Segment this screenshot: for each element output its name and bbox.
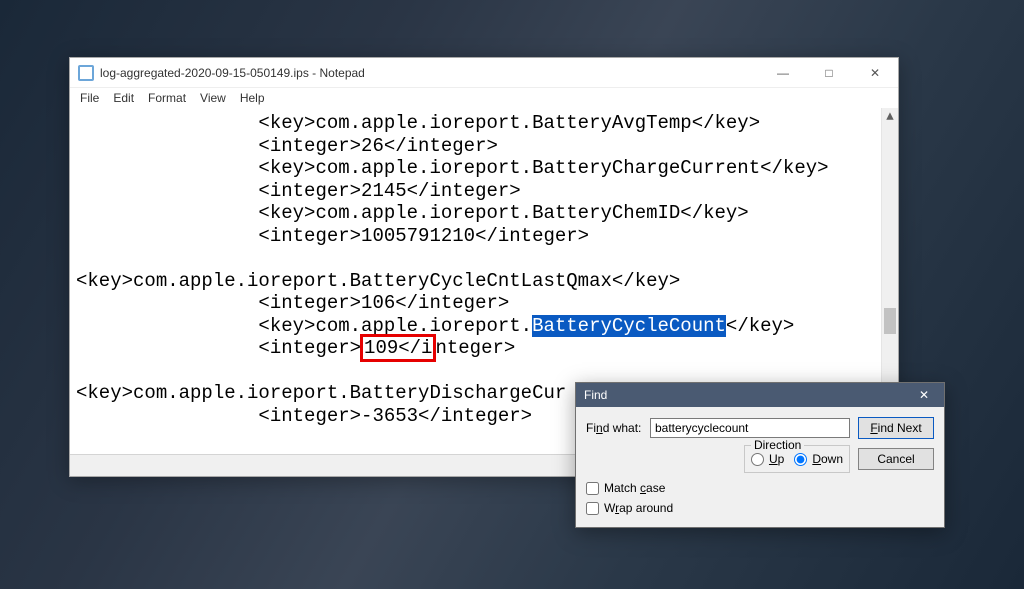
editor-line: <key>com.apple.ioreport.BatteryAvgTemp</… xyxy=(76,112,760,134)
editor-line: nteger> xyxy=(435,337,515,359)
menu-view[interactable]: View xyxy=(194,90,232,106)
menu-file[interactable]: File xyxy=(74,90,105,106)
close-icon: ✕ xyxy=(919,388,929,402)
window-title: log-aggregated-2020-09-15-050149.ips - N… xyxy=(100,66,760,80)
editor-line: <key>com.apple.ioreport.BatteryDischarge… xyxy=(76,382,566,404)
editor-line: <integer> xyxy=(76,337,361,359)
cancel-button[interactable]: Cancel xyxy=(858,448,934,470)
titlebar[interactable]: log-aggregated-2020-09-15-050149.ips - N… xyxy=(70,58,898,88)
find-close-button[interactable]: ✕ xyxy=(910,385,938,405)
editor-line: <integer>106</integer> xyxy=(76,292,509,314)
menu-help[interactable]: Help xyxy=(234,90,271,106)
find-next-button[interactable]: Find Next xyxy=(858,417,934,439)
find-titlebar[interactable]: Find ✕ xyxy=(576,383,944,407)
window-controls: — □ ✕ xyxy=(760,58,898,88)
maximize-button[interactable]: □ xyxy=(806,58,852,88)
scroll-thumb[interactable] xyxy=(884,308,896,334)
menubar: File Edit Format View Help xyxy=(70,88,898,108)
selection-highlight: BatteryCycleCount xyxy=(532,315,726,337)
direction-up[interactable]: Up xyxy=(751,452,784,466)
close-button[interactable]: ✕ xyxy=(852,58,898,88)
notepad-icon xyxy=(78,65,94,81)
editor-line: <integer>1005791210</integer> xyxy=(76,225,589,247)
editor-line: <key>com.apple.ioreport.BatteryChemID</k… xyxy=(76,202,749,224)
editor-line: <integer>26</integer> xyxy=(76,135,498,157)
minimize-button[interactable]: — xyxy=(760,58,806,88)
editor-line: <integer>-3653</integer> xyxy=(76,405,532,427)
match-case-checkbox[interactable]: Match case xyxy=(586,481,934,495)
find-input[interactable] xyxy=(650,418,850,438)
find-what-label: Find what: xyxy=(586,421,642,435)
menu-edit[interactable]: Edit xyxy=(107,90,140,106)
direction-legend: Direction xyxy=(751,438,804,452)
editor-line: <key>com.apple.ioreport.BatteryCycleCntL… xyxy=(76,270,680,292)
editor-line: <key>com.apple.ioreport. xyxy=(76,315,532,337)
editor-line: </key> xyxy=(726,315,794,337)
scroll-up-icon[interactable]: ▴ xyxy=(882,108,898,125)
annotation-box: 109</i xyxy=(360,334,436,362)
editor-line: <key>com.apple.ioreport.BatteryChargeCur… xyxy=(76,157,829,179)
find-title-text: Find xyxy=(584,388,607,402)
find-body: Find what: Find Next Direction Up Down C… xyxy=(576,407,944,527)
wrap-around-checkbox[interactable]: Wrap around xyxy=(586,501,934,515)
direction-group: Direction Up Down xyxy=(744,445,850,473)
editor-line: <integer>2145</integer> xyxy=(76,180,521,202)
direction-down[interactable]: Down xyxy=(794,452,843,466)
find-dialog: Find ✕ Find what: Find Next Direction Up… xyxy=(575,382,945,528)
menu-format[interactable]: Format xyxy=(142,90,192,106)
